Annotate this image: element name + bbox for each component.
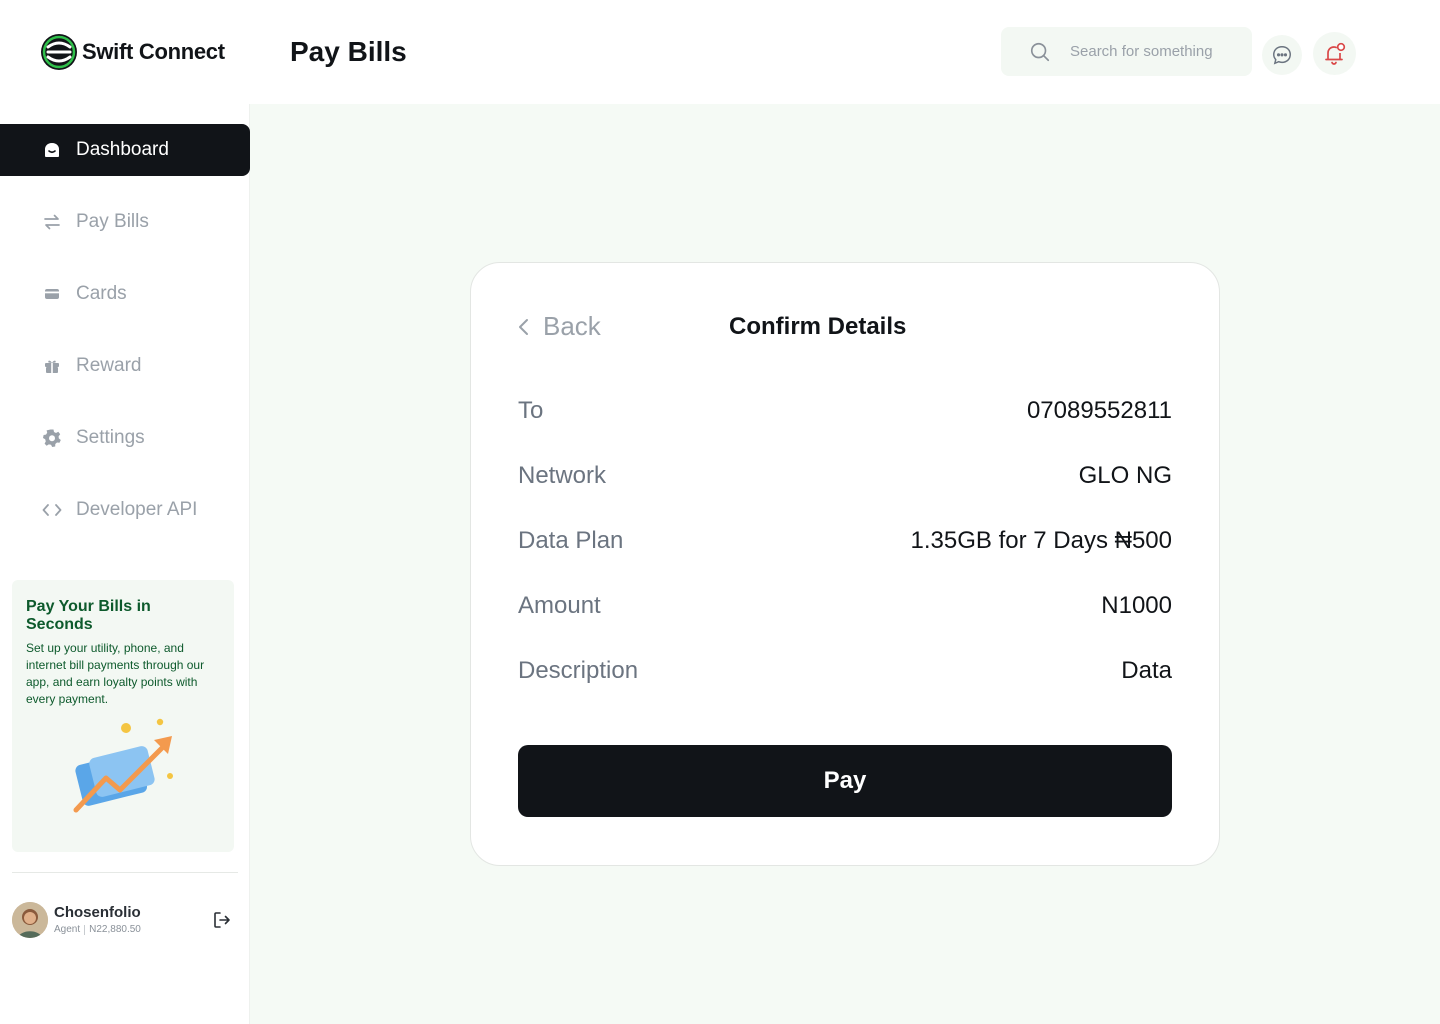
sidebar-item-reward[interactable]: Reward — [0, 340, 250, 392]
sidebar-item-label: Cards — [76, 283, 127, 304]
detail-label: Description — [518, 657, 639, 684]
detail-label: Data Plan — [518, 527, 624, 554]
back-button[interactable]: Back — [517, 311, 601, 342]
avatar — [12, 902, 48, 938]
detail-value: 07089552811 — [1026, 397, 1172, 424]
detail-row-data-plan: Data Plan 1.35GB for 7 Days ₦500 — [518, 527, 1172, 555]
detail-value: N1000 — [1101, 592, 1172, 619]
chevron-left-icon — [519, 318, 528, 335]
detail-row-description: Description Data — [518, 657, 1172, 685]
detail-value: GLO NG — [1078, 462, 1172, 489]
home-icon — [45, 143, 59, 157]
sidebar-item-label: Settings — [76, 427, 145, 448]
detail-label: Network — [518, 462, 607, 489]
back-label: Back — [543, 311, 601, 341]
user-balance: N22,880.50 — [89, 924, 141, 935]
user-meta: Agent N22,880.50 — [54, 924, 141, 935]
sidebar-item-label: Developer API — [76, 499, 198, 520]
page-title: Pay Bills — [290, 36, 407, 67]
wallet-growth-illustration — [73, 718, 173, 813]
sidebar-item-label: Pay Bills — [76, 211, 149, 232]
search-bar[interactable] — [1001, 27, 1252, 76]
promo-text: Set up your utility, phone, and internet… — [26, 641, 205, 706]
app-name: Swift Connect — [82, 39, 225, 64]
bell-icon — [1324, 42, 1345, 65]
sidebar-item-cards[interactable]: Cards — [0, 268, 250, 320]
search-icon — [1030, 42, 1050, 61]
promo-title: Pay Your Bills in Seconds — [26, 598, 151, 633]
sidebar-item-label: Reward — [76, 355, 142, 376]
user-profile[interactable]: Chosenfolio Agent N22,880.50 — [12, 902, 238, 942]
logo-icon — [41, 34, 77, 70]
detail-label: To — [518, 397, 544, 424]
sidebar-item-pay-bills[interactable]: Pay Bills — [0, 196, 250, 248]
gear-icon — [43, 429, 61, 447]
chat-icon — [1273, 46, 1291, 65]
transfer-icon — [44, 214, 60, 230]
detail-value: 1.35GB for 7 Days ₦500 — [910, 527, 1172, 554]
card-title: Confirm Details — [729, 313, 907, 340]
search-input[interactable] — [1070, 43, 1240, 60]
gift-icon — [45, 360, 59, 373]
confirm-details-card: Back Confirm Details To 07089552811 Netw… — [470, 262, 1220, 866]
meta-separator — [84, 924, 86, 935]
main-content: Back Confirm Details To 07089552811 Netw… — [250, 104, 1440, 1024]
card-icon — [45, 289, 59, 299]
sidebar-item-settings[interactable]: Settings — [0, 412, 250, 464]
promo-card: Pay Your Bills in Seconds Set up your ut… — [12, 580, 234, 852]
sidebar-item-dashboard[interactable]: Dashboard — [0, 124, 250, 176]
sidebar-item-developer-api[interactable]: Developer API — [0, 484, 250, 536]
pay-button[interactable]: Pay — [518, 745, 1172, 817]
code-icon — [42, 504, 62, 516]
sidebar-divider — [12, 872, 238, 873]
detail-value: Data — [1121, 657, 1172, 684]
detail-row-to: To 07089552811 — [518, 397, 1172, 425]
sidebar: Dashboard Pay Bills Cards Reward Setting… — [0, 104, 250, 1024]
logout-icon[interactable] — [212, 910, 232, 930]
user-name: Chosenfolio — [54, 904, 141, 921]
detail-row-network: Network GLO NG — [518, 462, 1172, 490]
user-role: Agent — [54, 924, 81, 935]
sidebar-item-label: Dashboard — [76, 139, 169, 160]
top-header: Swift Connect Pay Bills — [0, 0, 1440, 104]
messages-button[interactable] — [1262, 35, 1302, 75]
app-logo[interactable]: Swift Connect — [40, 33, 225, 71]
detail-row-amount: Amount N1000 — [518, 592, 1172, 620]
notifications-button[interactable] — [1313, 32, 1356, 75]
detail-label: Amount — [518, 592, 601, 619]
